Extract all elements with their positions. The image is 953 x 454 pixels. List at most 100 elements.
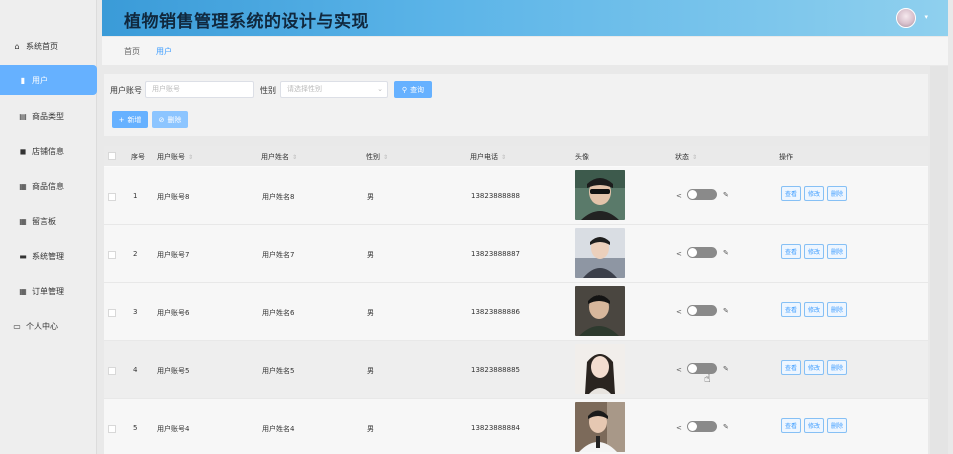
view-button[interactable]: 查看 <box>781 244 801 259</box>
row-checkbox[interactable] <box>108 425 116 433</box>
avatar-photo[interactable] <box>575 228 625 278</box>
gender-select[interactable]: 请选择性别 ⌄ <box>280 81 388 98</box>
edit-button[interactable]: 修改 <box>804 360 824 375</box>
gender-select-placeholder: 请选择性别 <box>287 85 322 93</box>
sidebar-item-shop-info[interactable]: ◼ 店铺信息 <box>0 136 97 166</box>
avatar-photo[interactable] <box>575 402 625 452</box>
sidebar-item-label: 留言板 <box>32 216 56 226</box>
user-avatar[interactable] <box>896 8 916 28</box>
batch-delete-button[interactable]: ⊘ 删除 <box>152 111 188 128</box>
delete-button[interactable]: 删除 <box>827 302 847 317</box>
view-button[interactable]: 查看 <box>781 418 801 433</box>
delete-button[interactable]: 删除 <box>827 186 847 201</box>
view-button[interactable]: 查看 <box>781 360 801 375</box>
cell-index: 4 <box>133 366 138 374</box>
sort-icon[interactable]: ⇕ <box>501 154 506 161</box>
share-icon[interactable]: < <box>676 366 682 374</box>
select-all-checkbox[interactable] <box>108 152 116 160</box>
chevron-down-icon[interactable]: ▾ <box>924 13 928 21</box>
query-button[interactable]: ⚲ 查询 <box>394 81 432 98</box>
edit-button[interactable]: 修改 <box>804 302 824 317</box>
add-button[interactable]: + 新增 <box>112 111 148 128</box>
grid-icon: ▦ <box>19 181 27 191</box>
row-checkbox[interactable] <box>108 367 116 375</box>
table-row[interactable]: 4 用户账号5 用户姓名5 男 13823888885 < ✎ 查看 修改 删除 <box>104 341 928 399</box>
table-row[interactable]: 1 用户账号8 用户姓名8 男 13823888888 < ✎ 查看 修改 删除 <box>104 167 928 225</box>
sort-icon[interactable]: ⇕ <box>692 154 697 161</box>
status-toggle[interactable] <box>687 421 717 432</box>
header-gender[interactable]: 性别 ⇕ <box>366 152 388 162</box>
view-button[interactable]: 查看 <box>781 302 801 317</box>
share-icon[interactable]: < <box>676 424 682 432</box>
sort-icon[interactable]: ⇕ <box>188 154 193 161</box>
header-account-label: 用户账号 <box>157 153 185 161</box>
row-checkbox[interactable] <box>108 251 116 259</box>
cell-gender: 男 <box>367 367 374 375</box>
status-toggle[interactable] <box>687 305 717 316</box>
edit-pen-icon[interactable]: ✎ <box>723 249 729 257</box>
status-toggle[interactable] <box>687 247 717 258</box>
sidebar-item-label: 订单管理 <box>32 286 64 296</box>
cell-name: 用户姓名4 <box>262 425 295 433</box>
gender-label: 性别 <box>260 86 276 95</box>
breadcrumb-home[interactable]: 首页 <box>124 46 140 57</box>
header-index: 序号 <box>131 153 145 161</box>
edit-pen-icon[interactable]: ✎ <box>723 307 729 315</box>
sidebar-item-system[interactable]: ▬ 系统管理 <box>0 241 97 271</box>
sidebar-item-users[interactable]: ▮ 用户 <box>0 65 97 95</box>
row-checkbox[interactable] <box>108 193 116 201</box>
personal-icon: ▭ <box>13 321 21 331</box>
header-phone[interactable]: 用户电话 ⇕ <box>470 152 506 162</box>
edit-pen-icon[interactable]: ✎ <box>723 365 729 373</box>
header-avatar: 头像 <box>575 153 589 161</box>
sidebar-item-product-type[interactable]: ▤ 商品类型 <box>0 101 97 131</box>
sidebar-item-label: 系统管理 <box>32 251 64 261</box>
sort-icon[interactable]: ⇕ <box>292 154 297 161</box>
cell-index: 5 <box>133 424 138 432</box>
avatar-photo[interactable] <box>575 170 625 220</box>
header-account[interactable]: 用户账号 ⇕ <box>157 152 193 162</box>
avatar-photo[interactable] <box>575 286 625 336</box>
header-gender-label: 性别 <box>366 153 380 161</box>
delete-button[interactable]: 删除 <box>827 418 847 433</box>
cell-name: 用户姓名7 <box>262 251 295 259</box>
edit-button[interactable]: 修改 <box>804 244 824 259</box>
sort-icon[interactable]: ⇕ <box>383 154 388 161</box>
delete-button[interactable]: 删除 <box>827 244 847 259</box>
table-row[interactable]: 5 用户账号4 用户姓名4 男 13823888884 < ✎ 查看 修改 删除 <box>104 399 928 454</box>
sidebar-item-message-board[interactable]: ▦ 留言板 <box>0 206 97 236</box>
status-toggle[interactable] <box>687 189 717 200</box>
header-status-label: 状态 <box>675 153 689 161</box>
home-icon: ⌂ <box>14 41 20 51</box>
header-name[interactable]: 用户姓名 ⇕ <box>261 152 297 162</box>
breadcrumb: 首页 用户 <box>102 37 948 65</box>
sidebar-item-product-info[interactable]: ▦ 商品信息 <box>0 171 97 201</box>
account-search-input[interactable]: 用户账号 <box>145 81 254 98</box>
sidebar-item-home[interactable]: ⌂ 系统首页 <box>0 31 97 61</box>
share-icon[interactable]: < <box>676 308 682 316</box>
share-icon[interactable]: < <box>676 192 682 200</box>
cell-gender: 男 <box>367 193 374 201</box>
edit-button[interactable]: 修改 <box>804 418 824 433</box>
grid-icon: ▦ <box>19 286 27 296</box>
cell-phone: 13823888884 <box>471 424 520 432</box>
view-button[interactable]: 查看 <box>781 186 801 201</box>
sidebar-item-orders[interactable]: ▦ 订单管理 <box>0 276 97 306</box>
query-button-label: 查询 <box>410 85 425 94</box>
header-status[interactable]: 状态 ⇕ <box>675 152 697 162</box>
edit-button[interactable]: 修改 <box>804 186 824 201</box>
table-row[interactable]: 2 用户账号7 用户姓名7 男 13823888887 < ✎ 查看 修改 删除 <box>104 225 928 283</box>
cell-index: 1 <box>133 192 138 200</box>
avatar-photo[interactable] <box>575 344 625 394</box>
row-checkbox[interactable] <box>108 309 116 317</box>
table-row[interactable]: 3 用户账号6 用户姓名6 男 13823888886 < ✎ 查看 修改 删除 <box>104 283 928 341</box>
share-icon[interactable]: < <box>676 250 682 258</box>
sidebar-item-personal[interactable]: ▭ 个人中心 <box>0 311 97 341</box>
delete-button[interactable]: 删除 <box>827 360 847 375</box>
status-toggle[interactable] <box>687 363 717 374</box>
edit-pen-icon[interactable]: ✎ <box>723 191 729 199</box>
app-title: 植物销售管理系统的设计与实现 <box>124 12 369 32</box>
edit-pen-icon[interactable]: ✎ <box>723 423 729 431</box>
trash-icon: ⊘ <box>158 115 165 124</box>
scrollbar-track[interactable] <box>930 66 948 454</box>
